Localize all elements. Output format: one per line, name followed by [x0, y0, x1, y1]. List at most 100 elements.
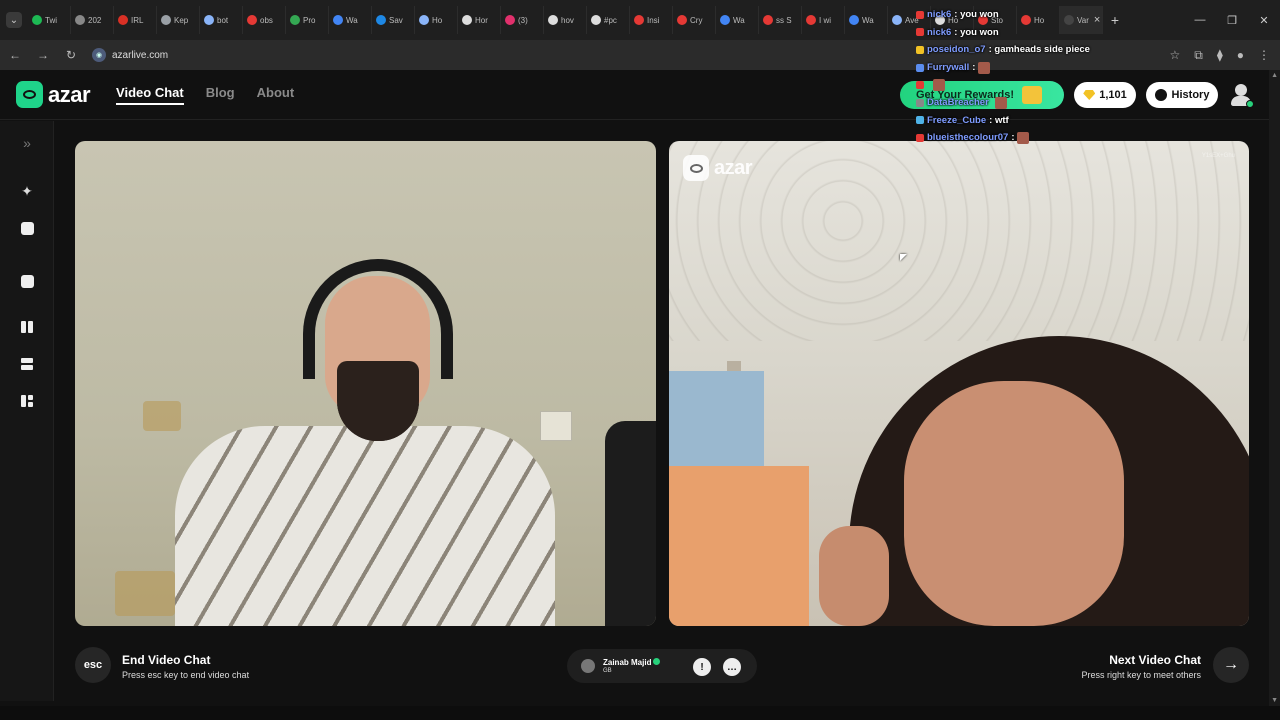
browser-tab[interactable]: Cry [673, 6, 716, 34]
browser-toolbar: ☆ ⧉ ⧫ ● ⋮ [1169, 40, 1270, 70]
effects-icon[interactable] [17, 271, 37, 291]
layout-grid-icon[interactable] [17, 391, 37, 411]
chat-text: : [972, 61, 976, 73]
chat-message: nick6: you won [916, 6, 1116, 24]
tab-label: Wa [733, 15, 745, 25]
minimize-icon[interactable]: — [1184, 14, 1216, 26]
nav-video-chat[interactable]: Video Chat [116, 85, 184, 105]
remote-person-hand [819, 526, 889, 626]
browser-tab[interactable]: (3) [501, 6, 544, 34]
peer-info-pill: Zainab Majid GB ! … [567, 649, 757, 683]
browser-tab[interactable]: bot [200, 6, 243, 34]
browser-tab[interactable]: Twi [28, 6, 71, 34]
extension-icon[interactable]: ⧉ [1194, 48, 1203, 63]
tab-favicon-icon [118, 15, 128, 25]
tab-favicon-icon [75, 15, 85, 25]
tab-favicon-icon [892, 15, 902, 25]
profile-icon[interactable]: ● [1237, 48, 1244, 62]
restore-icon[interactable]: ❐ [1216, 14, 1248, 27]
chat-text: : you won [954, 9, 999, 20]
expand-sidebar-icon[interactable]: » [17, 133, 37, 153]
scroll-up-icon[interactable]: ▲ [1271, 72, 1278, 79]
page-scrollbar[interactable]: ▲ ▼ [1269, 70, 1280, 706]
site-info-icon[interactable]: ◉ [92, 48, 106, 62]
chat-message: DataBreacher [916, 94, 1116, 112]
browser-tab[interactable]: IRL [114, 6, 157, 34]
browser-tab[interactable]: Wa [716, 6, 759, 34]
chat-badge-icon [916, 45, 924, 54]
browser-tab[interactable]: Wa [329, 6, 372, 34]
browser-tab[interactable]: ss S [759, 6, 802, 34]
end-chat-button[interactable]: esc [75, 647, 111, 683]
end-chat-hint: Press esc key to end video chat [122, 670, 250, 680]
browser-tab[interactable]: Insi [630, 6, 673, 34]
tab-search-button[interactable]: ⌄ [6, 12, 22, 28]
chat-text: : wtf [989, 114, 1009, 126]
tab-label: Sav [389, 15, 403, 25]
tab-favicon-icon [247, 15, 257, 25]
ceiling-texture [669, 141, 1249, 341]
browser-tab[interactable]: Kep [157, 6, 200, 34]
layout-side-by-side-icon[interactable] [17, 317, 37, 337]
puzzle-icon[interactable]: ⧫ [1217, 48, 1223, 62]
tab-label: Insi [647, 15, 660, 25]
clock-icon [1154, 89, 1167, 101]
peer-name: Zainab Majid [603, 658, 652, 667]
reload-icon[interactable]: ↻ [64, 48, 78, 62]
end-chat-title: End Video Chat [122, 653, 211, 667]
tab-favicon-icon [849, 15, 859, 25]
magic-wand-icon[interactable]: ✦ [17, 181, 37, 201]
chat-text: : [1011, 132, 1015, 144]
chat-badge-icon [916, 10, 924, 19]
chat-bubble-icon[interactable]: … [723, 658, 741, 676]
browser-tab[interactable]: 202 [71, 6, 114, 34]
url-field[interactable]: ◉ azarlive.com [92, 48, 168, 62]
browser-tab[interactable]: #pc [587, 6, 630, 34]
nav-about[interactable]: About [257, 85, 295, 105]
tab-favicon-icon [161, 15, 171, 25]
orange-shelf [669, 466, 809, 626]
azar-logo[interactable]: azar [16, 81, 91, 108]
back-icon[interactable]: ← [8, 48, 22, 62]
azar-watermark-text: azar [714, 156, 753, 179]
browser-tab[interactable]: hov [544, 6, 587, 34]
tab-label: 202 [88, 15, 102, 25]
history-button[interactable]: History [1146, 82, 1218, 108]
mouse-cursor [900, 254, 907, 261]
emote-icon [994, 96, 1007, 109]
close-window-icon[interactable]: ✕ [1248, 14, 1280, 27]
tab-label: ss S [776, 15, 792, 25]
tab-label: Ho [432, 15, 443, 25]
next-chat-button[interactable]: → [1213, 647, 1249, 683]
face-filter-icon[interactable] [17, 218, 37, 238]
chat-badge-icon [916, 63, 924, 72]
chat-message: Freeze_Cube: wtf [916, 112, 1116, 130]
user-avatar[interactable] [1228, 82, 1254, 108]
remote-person-face [904, 381, 1124, 626]
browser-tab[interactable]: Pro [286, 6, 329, 34]
browser-tab[interactable]: Sav [372, 6, 415, 34]
chat-badge-icon [916, 81, 924, 90]
browser-tab[interactable]: I wi [802, 6, 845, 34]
browser-tab[interactable]: Hor [458, 6, 501, 34]
browser-tab[interactable]: Wa [845, 6, 888, 34]
bookmark-star-icon[interactable]: ☆ [1169, 48, 1180, 62]
tab-favicon-icon [763, 15, 773, 25]
verified-icon [653, 658, 661, 665]
menu-icon[interactable]: ⋮ [1258, 48, 1270, 62]
local-person-shirt [175, 426, 555, 626]
chat-text: : gamheads side piece [988, 44, 1090, 56]
forward-icon[interactable]: → [36, 48, 50, 62]
next-chat-hint: Press right key to meet others [1081, 670, 1201, 680]
tab-label: Pro [303, 15, 316, 25]
browser-tab[interactable]: obs [243, 6, 286, 34]
report-icon[interactable]: ! [693, 658, 711, 676]
layout-stacked-icon[interactable] [17, 354, 37, 374]
nav-blog[interactable]: Blog [206, 85, 235, 105]
call-controls: esc End Video Chat Press esc key to end … [55, 641, 1269, 691]
peer-avatar[interactable] [581, 659, 595, 673]
azar-watermark-icon [683, 155, 709, 181]
scroll-down-icon[interactable]: ▼ [1271, 697, 1278, 704]
browser-tab[interactable]: Ho [415, 6, 458, 34]
tab-favicon-icon [806, 15, 816, 25]
